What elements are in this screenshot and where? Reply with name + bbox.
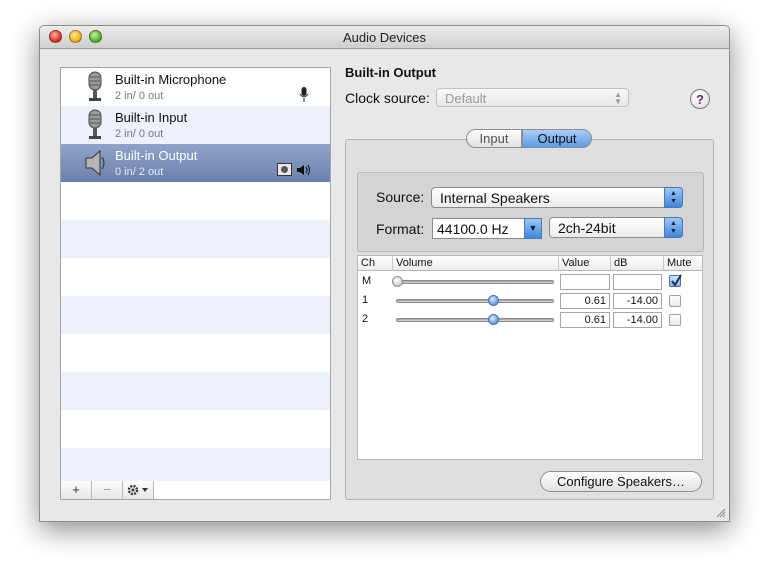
channel-volume-table: Ch Volume Value dB Mute M 1 0.61 -14.00 … <box>357 255 703 460</box>
source-value: Internal Speakers <box>440 190 550 206</box>
list-row-empty <box>61 372 330 410</box>
updown-arrows-icon: ▲ ▼ <box>664 187 683 208</box>
default-output-speaker-icon <box>297 164 310 176</box>
device-name: Built-in Output <box>115 148 198 163</box>
remove-device-button[interactable]: − <box>92 481 123 499</box>
microphone-icon <box>88 71 102 101</box>
column-header-volume[interactable]: Volume <box>393 256 559 271</box>
sample-rate-value: 44100.0 Hz <box>437 221 509 237</box>
configure-speakers-button[interactable]: Configure Speakers… <box>540 471 702 492</box>
device-row-built-in-microphone[interactable]: Built-in Microphone 2 in/ 0 out <box>61 68 330 106</box>
microphone-icon <box>88 109 102 139</box>
channel-label: M <box>362 275 372 287</box>
device-io: 2 in/ 0 out <box>115 90 164 102</box>
column-header-mute[interactable]: Mute <box>664 256 702 271</box>
column-header-ch[interactable]: Ch <box>358 256 393 271</box>
title-bar[interactable]: Audio Devices <box>40 26 729 49</box>
slider-knob[interactable] <box>392 276 403 287</box>
db-field[interactable] <box>613 274 662 290</box>
list-row-empty <box>61 334 330 372</box>
clock-source-popup[interactable]: Default ▲ ▼ <box>436 88 629 107</box>
device-list-toolbar: + − <box>60 481 331 500</box>
speaker-icon <box>85 149 105 177</box>
list-row-empty <box>61 258 330 296</box>
bit-depth-value: 2ch-24bit <box>558 220 616 236</box>
tab-input[interactable]: Input <box>466 129 522 148</box>
volume-slider[interactable] <box>396 295 554 306</box>
device-io: 0 in/ 2 out <box>115 166 164 178</box>
chevron-down-icon[interactable]: ▼ <box>524 218 542 239</box>
list-row-empty <box>61 182 330 220</box>
value-field[interactable]: 0.61 <box>560 312 610 328</box>
db-field[interactable]: -14.00 <box>613 312 662 328</box>
device-name: Built-in Microphone <box>115 72 227 87</box>
list-row-empty <box>61 296 330 334</box>
format-label: Format: <box>376 221 425 237</box>
device-name: Built-in Input <box>115 110 188 125</box>
add-device-button[interactable]: + <box>61 481 92 499</box>
list-row-empty <box>61 410 330 448</box>
volume-slider[interactable] <box>396 314 554 325</box>
slider-knob[interactable] <box>488 295 500 306</box>
device-list[interactable]: Built-in Microphone 2 in/ 0 out Built-in… <box>60 67 331 483</box>
db-field[interactable]: -14.00 <box>613 293 662 309</box>
updown-arrows-icon: ▲ ▼ <box>614 90 622 106</box>
input-mic-icon <box>299 87 309 102</box>
source-popup[interactable]: Internal Speakers ▲ ▼ <box>431 187 683 208</box>
column-header-value[interactable]: Value <box>559 256 611 271</box>
source-format-box <box>357 172 704 252</box>
action-menu-button[interactable] <box>123 481 154 499</box>
resize-grip-icon[interactable] <box>714 506 726 518</box>
mute-checkbox[interactable] <box>669 314 681 326</box>
system-output-icon <box>277 163 292 176</box>
tab-output[interactable]: Output <box>522 129 592 148</box>
list-row-empty <box>61 448 330 482</box>
value-field[interactable] <box>560 274 610 290</box>
slider-knob[interactable] <box>488 314 500 325</box>
column-header-db[interactable]: dB <box>611 256 664 271</box>
clock-source-label: Clock source: <box>345 90 430 106</box>
gear-icon <box>127 484 148 496</box>
device-row-built-in-input[interactable]: Built-in Input 2 in/ 0 out <box>61 106 330 144</box>
updown-arrows-icon: ▲ ▼ <box>664 217 683 238</box>
channel-label: 1 <box>362 294 369 306</box>
device-row-built-in-output[interactable]: Built-in Output 0 in/ 2 out <box>61 144 330 182</box>
bit-depth-popup[interactable]: 2ch-24bit ▲ ▼ <box>549 217 683 238</box>
value-field[interactable]: 0.61 <box>560 293 610 309</box>
volume-slider[interactable] <box>392 276 554 287</box>
checkmark-icon <box>671 274 682 287</box>
sample-rate-combo[interactable]: 44100.0 Hz ▼ <box>432 218 542 239</box>
device-io: 2 in/ 0 out <box>115 128 164 140</box>
device-header: Built-in Output <box>345 65 436 80</box>
help-button[interactable]: ? <box>690 89 710 109</box>
source-label: Source: <box>376 189 425 205</box>
mute-checkbox[interactable] <box>669 295 681 307</box>
mute-checkbox[interactable] <box>669 274 682 287</box>
clock-source-value: Default <box>445 91 487 106</box>
window-title: Audio Devices <box>342 30 427 45</box>
channel-label: 2 <box>362 313 369 325</box>
list-row-empty <box>61 220 330 258</box>
